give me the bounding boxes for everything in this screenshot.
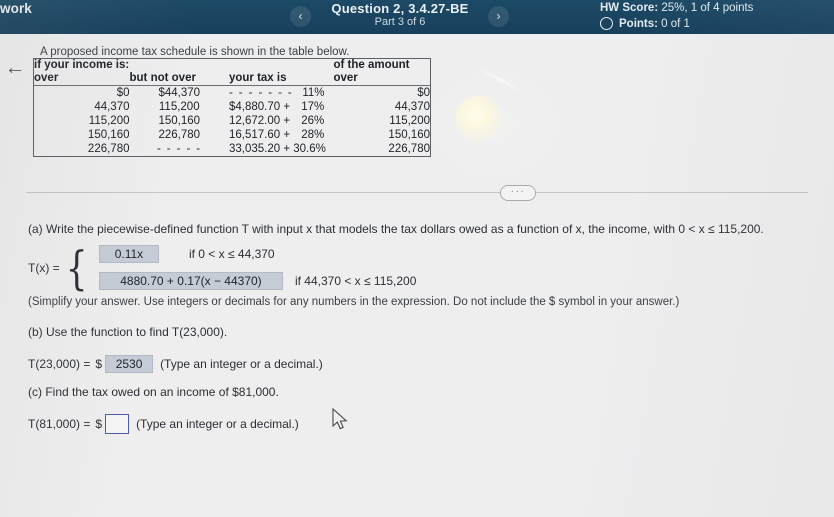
expand-collapse-ellipsis-button[interactable]: ··· [500, 185, 536, 201]
cell-over: 226,780 [87, 143, 130, 155]
chevron-left-icon: ‹ [298, 9, 303, 23]
cell-tax-base: 12,672.00 + [228, 115, 291, 127]
piecewise-condition-2: if 44,370 < x ≤ 115,200 [294, 274, 417, 288]
cell-but-not-over: 115,200 [158, 101, 200, 113]
function-case-row: 4880.70 + 0.17(x − 44370) if 44,370 < x … [98, 272, 417, 290]
cell-but-not-over: 226,780 [158, 129, 201, 141]
tax-schedule-table: if your income is: of the amount over bu… [33, 58, 431, 157]
assignment-title: work [0, 1, 32, 16]
dollar-sign-b: $ [95, 357, 103, 371]
cell-tax-dots: - - - - - - - [228, 87, 294, 99]
answer-c-input[interactable] [105, 414, 130, 434]
next-question-button[interactable]: › [488, 6, 509, 27]
column-header-over: over [33, 72, 130, 86]
cell-over: $0 [116, 87, 130, 99]
table-row: 150,160 226,780 16,517.60 + 28% 150,160 [34, 128, 431, 142]
cell-over: 44,370 [94, 101, 130, 113]
app-header-bar: work ‹ Question 2, 3.4.27-BE Part 3 of 6… [0, 0, 834, 34]
cell-tax-rate: 26% [301, 115, 325, 127]
cell-over: 115,200 [88, 115, 130, 127]
answer-row-c: T(81,000) = $ (Type an integer or a deci… [28, 414, 299, 434]
column-header-your-tax-is: your tax is [228, 72, 334, 86]
points-row: Points: 0 of 1 [600, 17, 690, 30]
cell-tax-base: 16,517.60 + [228, 129, 291, 141]
column-header-amount-over: over [333, 72, 431, 86]
question-part-b-text: (b) Use the function to find T(23,000). [28, 325, 228, 339]
cell-tax-rate: 11% [302, 87, 325, 99]
cell-amount-over: 44,370 [394, 101, 430, 113]
previous-question-button[interactable]: ‹ [290, 6, 311, 27]
chevron-right-icon: › [496, 9, 501, 23]
cell-tax-base: 33,035.20 + 30.6% [228, 143, 326, 155]
answer-c-label: T(81,000) = [28, 417, 91, 431]
answer-b-label: T(23,000) = [28, 357, 91, 371]
hw-score: HW Score: 25%, 1 of 4 points [600, 2, 753, 14]
hw-score-label: HW Score: [600, 2, 659, 14]
answer-row-b: T(23,000) = $ 2530 (Type an integer or a… [28, 355, 323, 373]
points-label: Points: [619, 17, 658, 30]
question-part-label: Part 3 of 6 [374, 16, 426, 28]
table-caption: A proposed income tax schedule is shown … [40, 46, 350, 58]
header-if-your-income-is: if your income is: [34, 59, 130, 71]
question-title: Question 2, 3.4.27-BE [331, 1, 469, 16]
cell-your-tax-is: - - - - - - - 11% [229, 86, 334, 101]
points-value: 0 of 1 [657, 17, 690, 30]
cell-amount-over: 150,160 [388, 129, 430, 141]
cell-but-not-over: $44,370 [158, 87, 201, 99]
cell-but-not-over: - - - - - [156, 143, 202, 155]
piecewise-expression-input-1[interactable]: 0.11x [98, 245, 159, 263]
question-part-c-text: (c) Find the tax owed on an income of $8… [28, 385, 279, 399]
points-label-wrap: Points: 0 of 1 [619, 18, 690, 30]
back-arrow-icon[interactable]: ← [3, 56, 27, 80]
question-part-a-text: (a) Write the piecewise-defined function… [28, 222, 764, 236]
dollar-sign-c: $ [95, 417, 103, 431]
cell-tax-base: $4,880.70 + [228, 101, 291, 113]
cell-your-tax-is: $4,880.70 + 17% [229, 100, 334, 114]
part-a-instruction-note: (Simplify your answer. Use integers or d… [28, 296, 680, 308]
header-of-the-amount: of the amount [333, 59, 410, 71]
section-divider [26, 192, 808, 193]
table-header-row-cols: over but not over your tax is over [33, 72, 431, 86]
table-header-row-top: if your income is: of the amount [34, 59, 431, 73]
function-label: T(x) = [28, 260, 60, 275]
table-row: 226,780 - - - - - 33,035.20 + 30.6% 226,… [34, 142, 431, 157]
column-header-but-not-over: but not over [129, 72, 229, 86]
piecewise-expression-input-2[interactable]: 4880.70 + 0.17(x − 44370) [98, 272, 283, 290]
cell-amount-over: 115,200 [389, 115, 430, 127]
table-row: $0 $44,370 - - - - - - - 11% $0 [34, 86, 431, 101]
cell-tax-rate: 17% [301, 101, 325, 113]
function-case-row: 0.11x if 0 < x ≤ 44,370 [98, 245, 416, 263]
cell-but-not-over: 150,160 [158, 115, 201, 127]
cell-over: 150,160 [87, 129, 130, 141]
left-brace-icon: { [65, 240, 88, 295]
table-row: 44,370 115,200 $4,880.70 + 17% 44,370 [34, 100, 431, 114]
cell-amount-over: $0 [417, 87, 430, 99]
cell-your-tax-is: 33,035.20 + 30.6% [229, 142, 334, 157]
question-content-area: ← A proposed income tax schedule is show… [0, 34, 834, 517]
hw-score-value: 25%, 1 of 4 points [658, 2, 754, 14]
answer-c-note: (Type an integer or a decimal.) [136, 417, 299, 431]
piecewise-condition-1: if 0 < x ≤ 44,370 [188, 247, 275, 261]
progress-circle-icon [600, 17, 613, 30]
table-row: 115,200 150,160 12,672.00 + 26% 115,200 [34, 114, 431, 128]
answer-b-input[interactable]: 2530 [105, 355, 154, 373]
piecewise-function-block: T(x) = { 0.11x if 0 < x ≤ 44,370 4880.70… [28, 240, 417, 295]
cell-amount-over: 226,780 [388, 143, 430, 155]
cell-your-tax-is: 16,517.60 + 28% [229, 128, 334, 142]
function-cases: 0.11x if 0 < x ≤ 44,370 4880.70 + 0.17(x… [98, 245, 417, 290]
answer-b-note: (Type an integer or a decimal.) [160, 357, 323, 371]
cell-your-tax-is: 12,672.00 + 26% [229, 114, 334, 128]
cell-tax-rate: 28% [301, 129, 325, 141]
